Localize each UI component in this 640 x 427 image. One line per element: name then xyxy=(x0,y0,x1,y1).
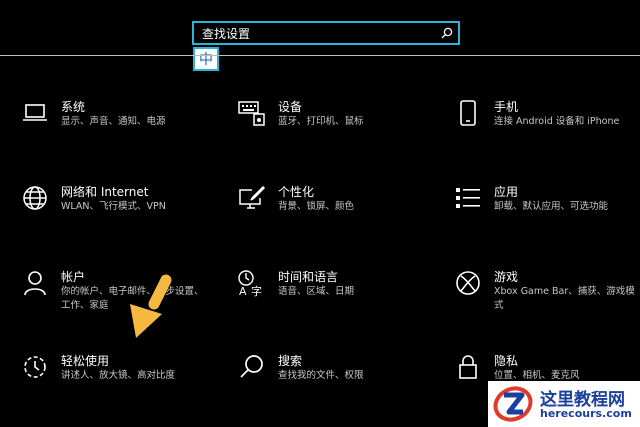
search-box[interactable]: 查找设置 xyxy=(192,21,460,45)
tile-title: 隐私 xyxy=(494,354,519,368)
header-divider xyxy=(0,55,640,56)
laptop-icon xyxy=(20,98,50,128)
time-language-icon: A字 xyxy=(237,268,267,298)
settings-tile-time-language[interactable]: A字 时间和语言 语音、区域、日期 xyxy=(237,268,437,328)
settings-tile-gaming[interactable]: 游戏 Xbox Game Bar、捕获、游戏模式 xyxy=(453,268,640,328)
settings-tile-apps[interactable]: 应用 卸载、默认应用、可选功能 xyxy=(453,183,640,243)
person-icon xyxy=(20,268,50,298)
tile-description: 语音、区域、日期 xyxy=(278,286,355,297)
annotation-arrow-icon xyxy=(130,274,172,338)
tile-title: 设备 xyxy=(278,100,303,114)
tile-title: 应用 xyxy=(494,185,519,199)
svg-text:字: 字 xyxy=(251,284,262,297)
tile-description: 卸载、默认应用、可选功能 xyxy=(494,201,609,212)
tile-title: 系统 xyxy=(61,100,86,114)
tile-description: 背景、锁屏、颜色 xyxy=(278,201,355,212)
tile-description: Xbox Game Bar、捕获、游戏模式 xyxy=(494,286,635,311)
svg-text:A: A xyxy=(239,285,247,297)
keyboard-device-icon xyxy=(237,98,267,128)
settings-tile-system[interactable]: 系统 显示、声音、通知、电源 xyxy=(20,98,220,158)
tile-title: 个性化 xyxy=(278,185,315,199)
tile-description: 蓝牙、打印机、鼠标 xyxy=(278,116,364,127)
settings-tile-devices[interactable]: 设备 蓝牙、打印机、鼠标 xyxy=(237,98,437,158)
paint-monitor-icon xyxy=(237,183,267,213)
settings-tile-personalization[interactable]: 个性化 背景、锁屏、颜色 xyxy=(237,183,437,243)
ease-of-access-icon xyxy=(20,352,50,382)
search-icon[interactable] xyxy=(436,22,458,44)
watermark-url: herecours.com xyxy=(540,407,632,420)
lock-icon xyxy=(453,352,483,382)
settings-tile-phone[interactable]: 手机 连接 Android 设备和 iPhone xyxy=(453,98,640,158)
tile-description: 连接 Android 设备和 iPhone xyxy=(494,116,620,127)
xbox-icon xyxy=(453,268,483,298)
search-input[interactable]: 查找设置 xyxy=(194,25,436,42)
settings-tile-search[interactable]: 搜索 查找我的文件、权限 xyxy=(237,352,437,412)
tile-description: 显示、声音、通知、电源 xyxy=(61,116,166,127)
tile-title: 手机 xyxy=(494,100,519,114)
magnifier-icon xyxy=(237,352,267,382)
watermark: 这里教程网 herecours.com xyxy=(488,381,640,427)
apps-list-icon xyxy=(453,183,483,213)
tile-title: 时间和语言 xyxy=(278,270,339,284)
tile-title: 游戏 xyxy=(494,270,519,284)
ime-indicator[interactable]: 中 xyxy=(193,47,219,71)
tile-description: 讲述人、放大镜、高对比度 xyxy=(61,370,176,381)
tile-description: WLAN、飞行模式、VPN xyxy=(61,201,166,212)
tile-title: 网络和 Internet xyxy=(61,185,149,199)
tile-title: 轻松使用 xyxy=(61,354,110,368)
tile-title: 搜索 xyxy=(278,354,303,368)
tile-description: 查找我的文件、权限 xyxy=(278,370,364,381)
watermark-logo-icon xyxy=(493,386,533,422)
settings-tile-network[interactable]: 网络和 Internet WLAN、飞行模式、VPN xyxy=(20,183,220,243)
globe-icon xyxy=(20,183,50,213)
settings-tile-ease-of-access[interactable]: 轻松使用 讲述人、放大镜、高对比度 xyxy=(20,352,220,412)
phone-icon xyxy=(453,98,483,128)
tile-title: 帐户 xyxy=(61,270,86,284)
